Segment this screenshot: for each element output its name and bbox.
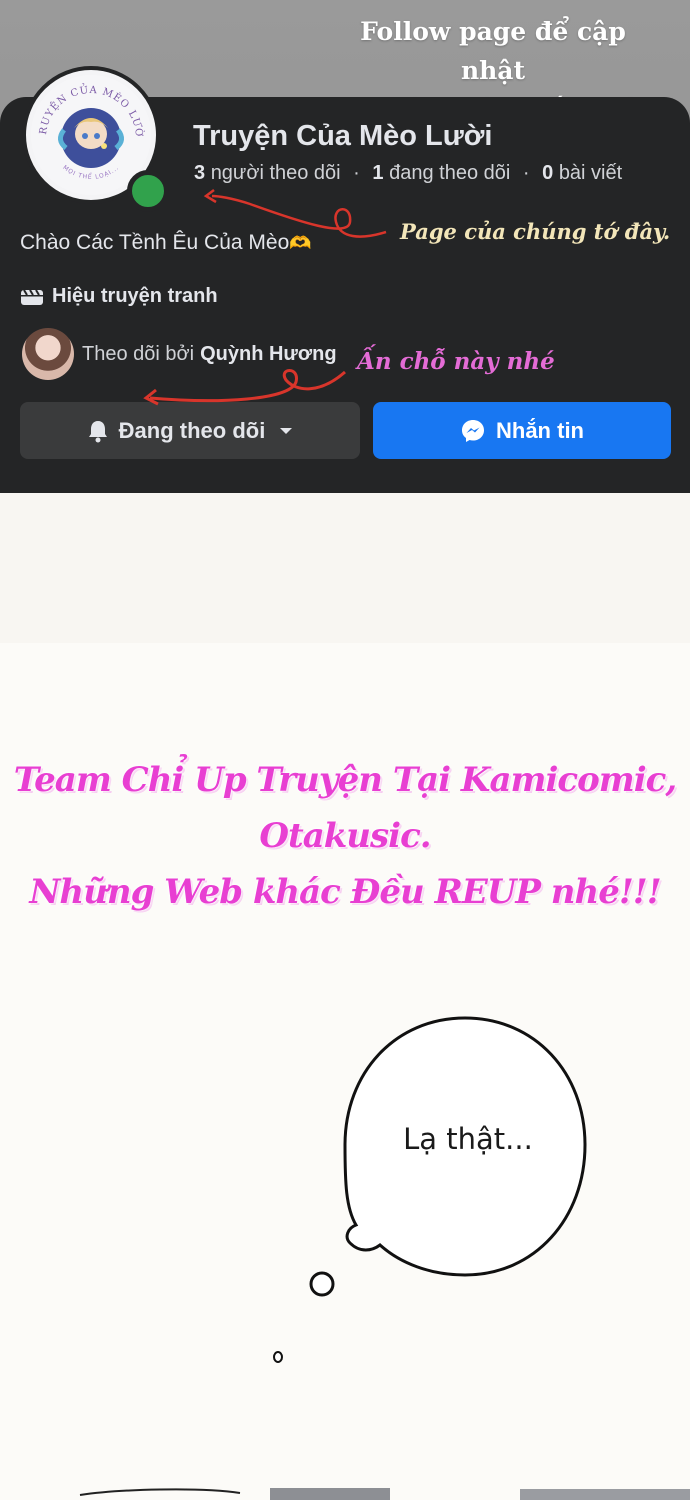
bio-text: Chào Các Tềnh Êu Của Mèo — [20, 231, 290, 254]
category-label: Hiệu truyện tranh — [52, 285, 218, 307]
page-stats: 3 người theo dõi · 1 đang theo dõi · 0 b… — [194, 162, 622, 185]
following-label[interactable]: đang theo dõi — [389, 162, 510, 184]
follow-caption-line1: Follow page để cập nhật — [360, 17, 626, 85]
message-button-label: Nhắn tin — [496, 417, 584, 443]
heart-hands-icon: 🫶 — [289, 233, 312, 253]
page-bio: Chào Các Tềnh Êu Của Mèo🫶 — [20, 231, 312, 255]
reup-warning-line2: Những Web khác Đều REUP nhé!!! — [29, 872, 661, 912]
posts-label: bài viết — [558, 162, 623, 184]
speech-bubble-text: Lạ thật... — [403, 1122, 533, 1156]
reup-warning: Team Chỉ Up Truyện Tại Kamicomic, Otakus… — [0, 752, 690, 920]
annotation-page-note: Page của chúng tớ đây. — [400, 219, 671, 244]
annotation-click-note: Ấn chỗ này nhé — [357, 348, 555, 375]
followers-count[interactable]: 3 — [194, 162, 205, 184]
message-button[interactable]: Nhắn tin — [373, 402, 671, 459]
caret-down-icon — [280, 427, 293, 434]
online-status-dot — [127, 170, 169, 212]
follower-avatar[interactable] — [22, 328, 74, 380]
reup-warning-line1: Team Chỉ Up Truyện Tại Kamicomic, Otakus… — [13, 760, 677, 856]
comic-panel — [0, 493, 690, 1500]
posts-count: 0 — [542, 162, 554, 184]
bell-icon — [88, 420, 107, 442]
mutual-follower[interactable]: Theo dõi bởi Quỳnh Hương — [22, 328, 337, 380]
following-button-label: Đang theo dõi — [118, 417, 266, 443]
clapperboard-icon — [21, 288, 43, 305]
following-count[interactable]: 1 — [372, 162, 383, 184]
page-category: Hiệu truyện tranh — [20, 285, 218, 308]
stats-separator: · — [522, 162, 530, 184]
followed-by-prefix: Theo dõi bởi — [82, 342, 195, 365]
followers-label[interactable]: người theo dõi — [211, 162, 341, 184]
messenger-icon — [462, 419, 484, 442]
followed-by-name[interactable]: Quỳnh Hương — [200, 343, 336, 366]
following-button[interactable]: Đang theo dõi — [20, 402, 360, 459]
stats-separator: · — [353, 162, 360, 184]
page-title[interactable]: Truyện Của Mèo Lười — [193, 120, 492, 153]
